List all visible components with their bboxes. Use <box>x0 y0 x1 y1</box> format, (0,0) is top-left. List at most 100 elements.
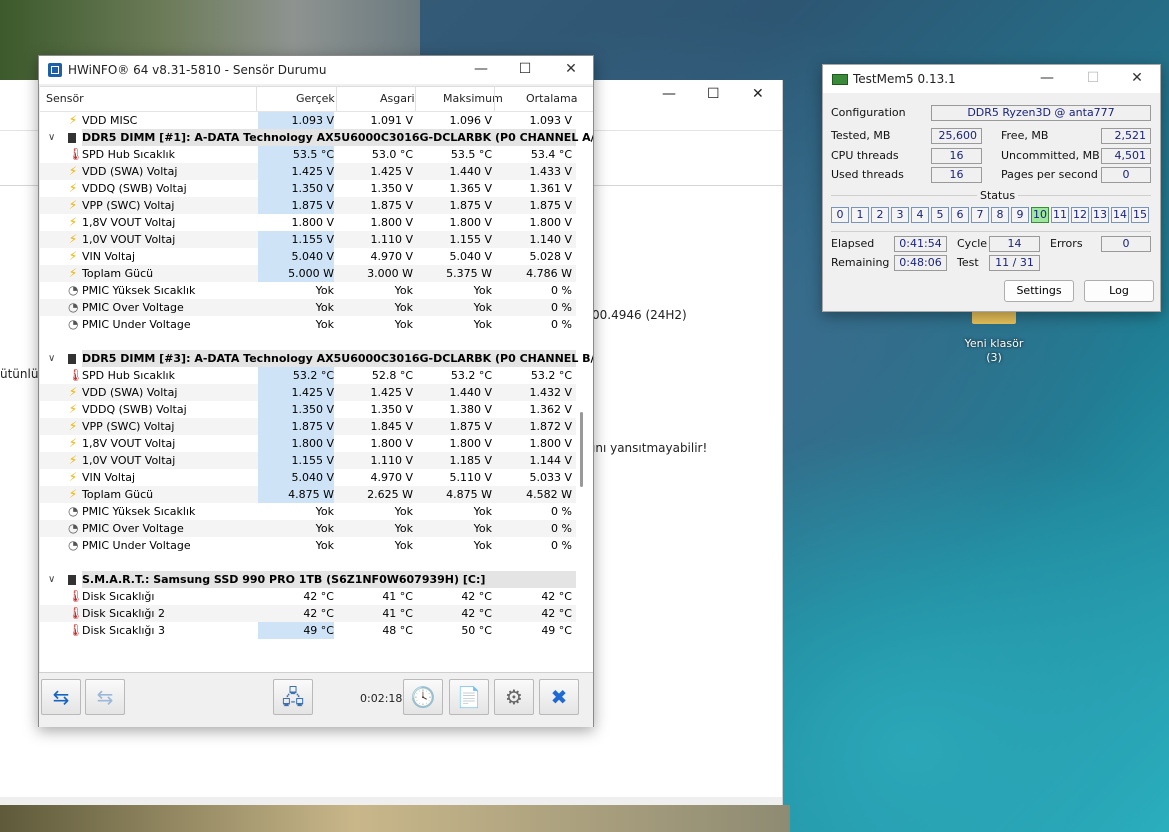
sensor-group-header[interactable]: ∨ DDR5 DIMM [#1]: A-DATA Technology AX5U6… <box>40 129 593 146</box>
column-header-sensor[interactable]: Sensör <box>46 92 84 105</box>
lightning-icon: ⚡ <box>68 385 78 399</box>
horizontal-scrollbar[interactable] <box>0 797 782 805</box>
sensor-row[interactable]: ⚡ VIN Voltaj 5.040 V 4.970 V 5.110 V 5.033 V <box>40 469 576 486</box>
lightning-icon: ⚡ <box>68 113 78 127</box>
sensor-grid-header: Sensör Gerçek Asgari Maksimum Ortalama <box>40 87 593 112</box>
min-value: Yok <box>394 318 413 331</box>
sensor-row[interactable]: ⚡ 1,8V VOUT Voltaj 1.800 V 1.800 V 1.800 V 1.… <box>40 214 576 231</box>
avg-value: 0 % <box>551 284 572 297</box>
avg-value: 1.144 V <box>529 454 572 467</box>
sensor-row[interactable]: 🌡 SPD Hub Sıcaklık 53.2 °C 52.8 °C 53.2 °C 53… <box>40 367 576 384</box>
max-value: 42 °C <box>461 590 492 603</box>
sensor-row[interactable]: ◔ PMIC Over Voltage Yok Yok Yok 0 % <box>40 520 576 537</box>
min-value: Yok <box>394 301 413 314</box>
sensor-row[interactable]: ◔ PMIC Under Voltage Yok Yok Yok 0 % <box>40 316 576 333</box>
thermometer-icon: 🌡 <box>68 368 84 382</box>
sensor-row[interactable]: ⚡ Toplam Gücü 5.000 W 3.000 W 5.375 W 4.786 W <box>40 265 576 282</box>
maximize-icon[interactable]: ☐ <box>511 59 539 79</box>
sensor-row[interactable]: 🌡 Disk Sıcaklığı 3 49 °C 48 °C 50 °C 49 °C <box>40 622 576 639</box>
sensor-row[interactable]: ⚡ VPP (SWC) Voltaj 1.875 V 1.845 V 1.875 V 1.… <box>40 418 576 435</box>
sensor-row[interactable]: ⚡ 1,0V VOUT Voltaj 1.155 V 1.110 V 1.185 V 1.… <box>40 452 576 469</box>
current-value: 1.800 V <box>258 435 334 452</box>
sensor-row[interactable]: ◔ PMIC Over Voltage Yok Yok Yok 0 % <box>40 299 576 316</box>
status-cell: 2 <box>871 207 889 223</box>
minimize-icon[interactable]: — <box>662 86 676 102</box>
lightning-icon: ⚡ <box>68 487 78 501</box>
testmem-window[interactable]: TestMem5 0.13.1 — ☐ ✕ Configuration DDR5… <box>822 64 1161 312</box>
sensor-group-header[interactable]: ∨ DDR5 DIMM [#3]: A-DATA Technology AX5U6… <box>40 350 593 367</box>
max-value: 1.440 V <box>449 386 492 399</box>
minimize-icon[interactable]: — <box>1033 68 1061 88</box>
max-value: 42 °C <box>461 607 492 620</box>
sensor-row[interactable]: ⚡ VDD MISC 1.093 V 1.091 V 1.096 V 1.093 V <box>40 112 576 129</box>
sensor-row[interactable]: 🌡 Disk Sıcaklığı 42 °C 41 °C 42 °C 42 °C <box>40 588 576 605</box>
sensor-label: PMIC Yüksek Sıcaklık <box>82 284 196 297</box>
close-icon[interactable]: ✕ <box>752 86 764 102</box>
sensor-row[interactable]: 🌡 Disk Sıcaklığı 2 42 °C 41 °C 42 °C 42 °C <box>40 605 576 622</box>
chevron-down-icon[interactable]: ∨ <box>48 571 55 588</box>
hwinfo-window[interactable]: HWiNFO® 64 v8.31-5810 - Sensör Durumu — … <box>38 55 594 727</box>
chevron-down-icon[interactable]: ∨ <box>48 129 55 146</box>
max-value: 5.110 V <box>449 471 492 484</box>
min-value: 1.350 V <box>370 182 413 195</box>
close-icon[interactable]: ✕ <box>557 59 585 79</box>
sensor-row[interactable]: ◔ PMIC Yüksek Sıcaklık Yok Yok Yok 0 % <box>40 282 576 299</box>
sensor-row[interactable]: 🌡 SPD Hub Sıcaklık 53.5 °C 53.0 °C 53.5 °C 53… <box>40 146 576 163</box>
column-header-avg[interactable]: Ortalama <box>526 92 578 105</box>
remaining-value: 0:48:06 <box>894 255 947 271</box>
chevron-down-icon[interactable]: ∨ <box>48 350 55 367</box>
maximize-icon[interactable]: ☐ <box>707 86 720 102</box>
current-value: 53.2 °C <box>258 367 334 384</box>
log-button[interactable]: Log <box>1084 280 1154 302</box>
sensor-row[interactable]: ◔ PMIC Yüksek Sıcaklık Yok Yok Yok 0 % <box>40 503 576 520</box>
close-icon[interactable]: ✖ <box>539 679 579 715</box>
avg-value: 0 % <box>551 301 572 314</box>
sensor-row[interactable]: ⚡ VDD (SWA) Voltaj 1.425 V 1.425 V 1.440 V 1.… <box>40 384 576 401</box>
arrows-left-right-icon[interactable]: ⇆ <box>41 679 81 715</box>
status-cell: 0 <box>831 207 849 223</box>
close-icon[interactable]: ✕ <box>1123 68 1151 88</box>
current-value: 5.040 V <box>258 248 334 265</box>
avg-value: 42 °C <box>541 590 572 603</box>
free-value: 2,521 <box>1101 128 1151 144</box>
max-value: 53.5 °C <box>450 148 492 161</box>
sensor-grid[interactable]: Sensör Gerçek Asgari Maksimum Ortalama ⚡… <box>40 86 593 672</box>
pages-per-second-value: 0 <box>1101 167 1151 183</box>
wallpaper-beach <box>0 805 790 832</box>
current-value: 1.350 V <box>258 401 334 418</box>
testmem-titlebar[interactable]: TestMem5 0.13.1 — ☐ ✕ <box>823 65 1160 93</box>
sensor-group-label: S.M.A.R.T.: Samsung SSD 990 PRO 1TB (S6Z… <box>82 573 486 586</box>
min-value: 4.970 V <box>370 471 413 484</box>
avg-value: 1.872 V <box>529 420 572 433</box>
column-header-current[interactable]: Gerçek <box>296 92 335 105</box>
vertical-scrollbar[interactable] <box>580 412 583 487</box>
sensor-row[interactable]: ◔ PMIC Under Voltage Yok Yok Yok 0 % <box>40 537 576 554</box>
gear-icon[interactable]: ⚙ <box>494 679 534 715</box>
folder-label[interactable]: Yeni klasör (3) <box>952 337 1036 365</box>
sensor-row[interactable]: ⚡ VDD (SWA) Voltaj 1.425 V 1.425 V 1.440 V 1.… <box>40 163 576 180</box>
sensor-row[interactable]: ⚡ VDDQ (SWB) Voltaj 1.350 V 1.350 V 1.380 V 1… <box>40 401 576 418</box>
max-value: 1.875 V <box>449 420 492 433</box>
max-value: 1.185 V <box>449 454 492 467</box>
hwinfo-titlebar[interactable]: HWiNFO® 64 v8.31-5810 - Sensör Durumu — … <box>39 56 593 84</box>
sensor-row[interactable]: ⚡ VPP (SWC) Voltaj 1.875 V 1.875 V 1.875 V 1.… <box>40 197 576 214</box>
sensor-row[interactable]: ⚡ 1,8V VOUT Voltaj 1.800 V 1.800 V 1.800 V 1.… <box>40 435 576 452</box>
current-value: 1.425 V <box>258 384 334 401</box>
max-value: 1.380 V <box>449 403 492 416</box>
minimize-icon[interactable]: — <box>467 59 495 79</box>
settings-button[interactable]: Settings <box>1004 280 1074 302</box>
sensor-row[interactable]: ⚡ 1,0V VOUT Voltaj 1.155 V 1.110 V 1.155 V 1.… <box>40 231 576 248</box>
sensor-group-label: DDR5 DIMM [#3]: A-DATA Technology AX5U60… <box>82 352 593 365</box>
sensor-group-header[interactable]: ∨ S.M.A.R.T.: Samsung SSD 990 PRO 1TB (S6… <box>40 571 576 588</box>
add-report-icon[interactable]: 📄 <box>449 679 489 715</box>
arrows-collapse-icon[interactable]: ⇆ <box>85 679 125 715</box>
sensor-row[interactable]: ⚡ VDDQ (SWB) Voltaj 1.350 V 1.350 V 1.365 V 1… <box>40 180 576 197</box>
network-icon[interactable]: 🖧 <box>273 679 313 715</box>
sensor-row[interactable]: ⚡ Toplam Gücü 4.875 W 2.625 W 4.875 W 4.582 W <box>40 486 576 503</box>
clock-icon[interactable]: 🕓 <box>403 679 443 715</box>
sensor-row[interactable]: ⚡ VIN Voltaj 5.040 V 4.970 V 5.040 V 5.028 V <box>40 248 576 265</box>
folder-label-line2: (3) <box>986 351 1002 364</box>
column-header-min[interactable]: Asgari <box>380 92 415 105</box>
thermometer-icon: 🌡 <box>68 623 84 637</box>
sensor-label: VDD MISC <box>82 114 138 127</box>
